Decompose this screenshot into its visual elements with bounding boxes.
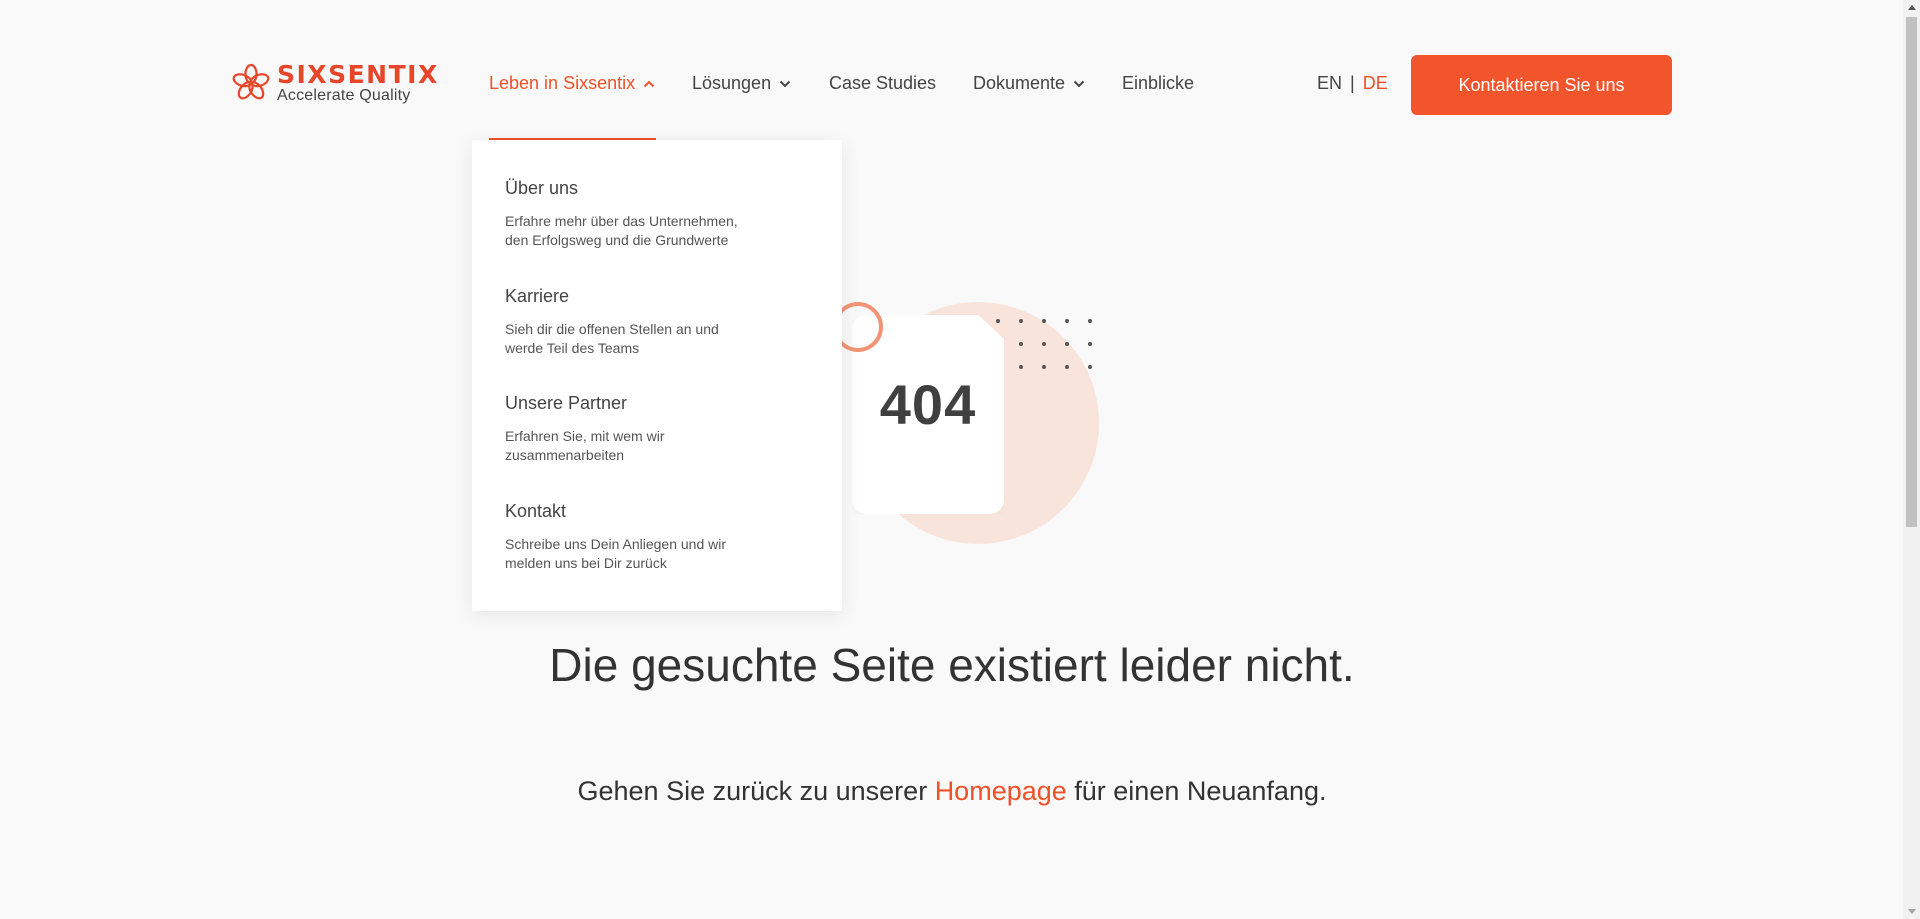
scroll-up-arrow-icon[interactable] <box>1908 5 1916 10</box>
nav-item-case-studies[interactable]: Case Studies <box>829 73 936 94</box>
scroll-down-arrow-icon[interactable] <box>1908 909 1916 914</box>
dropdown-item-title: Unsere Partner <box>505 393 628 413</box>
dropdown-item-description: Erfahren Sie, mit wem wir zusammenarbeit… <box>505 428 665 463</box>
error-headline: Die gesuchte Seite existiert leider nich… <box>549 639 1355 691</box>
chevron-down-icon <box>779 80 791 87</box>
lang-de[interactable]: DE <box>1363 73 1388 94</box>
dropdown-item-ueber-uns[interactable]: Über uns Erfahre mehr über das Unternehm… <box>505 178 750 250</box>
dropdown-item-title: Kontakt <box>505 501 567 521</box>
nav-label: Lösungen <box>692 73 772 93</box>
dropdown-item-title: Über uns <box>505 178 579 198</box>
language-switcher: EN | DE <box>1317 73 1388 94</box>
dropdown-item-description: Sieh dir die offenen Stellen an und werd… <box>505 321 719 356</box>
nav-item-loesungen[interactable]: Lösungen <box>692 73 791 94</box>
scrollbar[interactable] <box>1903 0 1920 919</box>
nav-label: Leben in Sixsentix <box>489 73 636 93</box>
lang-en[interactable]: EN <box>1317 73 1342 94</box>
error-code: 404 <box>879 373 977 436</box>
dropdown-item-description: Schreibe uns Dein Anliegen und wir melde… <box>505 536 727 571</box>
dropdown-item-title: Karriere <box>505 286 570 306</box>
dropdown-item-karriere[interactable]: Karriere Sieh dir die offenen Stellen an… <box>505 286 750 358</box>
dropdown-menu: Über uns Erfahre mehr über das Unternehm… <box>472 140 842 611</box>
nav-item-dokumente[interactable]: Dokumente <box>973 73 1085 94</box>
nav-item-leben-in-sixsentix[interactable]: Leben in Sixsentix <box>489 73 655 94</box>
nav-label: Case Studies <box>829 73 937 93</box>
chevron-up-icon <box>643 80 655 87</box>
logo-text: SIXSENTIX Accelerate Quality <box>277 62 439 104</box>
dropdown-item-description: Erfahre mehr über das Unternehmen, den E… <box>505 213 738 248</box>
logo-flower-icon <box>232 63 270 100</box>
dropdown-item-unsere-partner[interactable]: Unsere Partner Erfahren Sie, mit wem wir… <box>505 393 750 465</box>
subline-text-after: für einen Neuanfang. <box>1066 776 1327 806</box>
chevron-down-icon <box>1073 80 1085 87</box>
nav-label: Einblicke <box>1122 73 1195 93</box>
contact-button[interactable]: Kontaktieren Sie uns <box>1411 55 1672 115</box>
dropdown-item-kontakt[interactable]: Kontakt Schreibe uns Dein Anliegen und w… <box>505 501 750 573</box>
error-subline: Gehen Sie zurück zu unserer Homepage für… <box>0 776 1904 807</box>
subline-text-before: Gehen Sie zurück zu unserer <box>577 776 935 806</box>
lang-separator: | <box>1350 73 1355 93</box>
scrollbar-thumb[interactable] <box>1906 17 1917 527</box>
logo-brand: SIXSENTIX <box>277 60 439 89</box>
logo[interactable]: SIXSENTIX Accelerate Quality <box>231 62 439 104</box>
homepage-link[interactable]: Homepage <box>935 776 1067 806</box>
logo-tagline: Accelerate Quality <box>277 87 411 104</box>
nav-label: Dokumente <box>973 73 1066 93</box>
nav-item-einblicke[interactable]: Einblicke <box>1122 73 1194 94</box>
